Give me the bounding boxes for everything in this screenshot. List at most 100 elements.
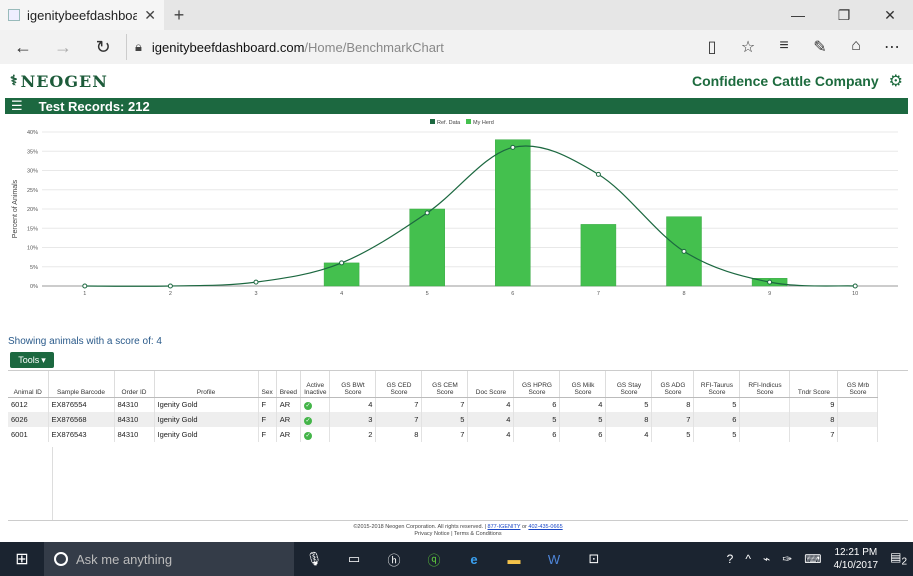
column-header[interactable]: Sample Barcode [48,371,115,398]
close-window-icon[interactable]: ✕ [867,0,913,30]
action-center-icon[interactable]: ▤2 [890,550,907,567]
table-cell: 7 [375,397,423,412]
table-cell: 7 [421,427,469,442]
column-header[interactable]: GS Stay Score [605,371,653,398]
hamburger-menu-icon[interactable]: ☰ [11,98,23,114]
x-tick-label: 8 [682,291,685,297]
hub-icon[interactable]: ≡ [773,37,795,57]
table-cell: 84310 [114,397,155,412]
windows-start-icon[interactable]: ⊞ [0,542,44,576]
table-cell: 6 [559,427,607,442]
phone-link-1[interactable]: 877-IGENITY [488,524,521,530]
table-cell: 3 [329,412,377,427]
table-cell: ✓ [300,412,331,427]
close-tab-icon[interactable]: ✕ [144,7,156,24]
pen-icon[interactable]: ✑ [782,552,792,566]
browser-tab[interactable]: igenitybeefdashboard.c ✕ [0,0,164,30]
keyboard-icon[interactable]: ⌨ [804,552,821,566]
column-header[interactable]: GS CED Score [375,371,423,398]
more-icon[interactable]: ⋯ [881,37,903,57]
ref-data-point [253,279,259,285]
column-header[interactable]: Order ID [114,371,155,398]
column-header[interactable]: Animal ID [8,371,49,398]
lock-icon: 🔒︎ [135,39,142,54]
privacy-terms-links[interactable]: Privacy Notice | Terms & Conditions [8,531,908,538]
help-icon[interactable]: ? [727,552,734,566]
table-cell: 6012 [8,397,49,412]
task-view-icon[interactable]: ▭ [334,542,374,576]
ref-data-curve [84,145,856,287]
edge-browser-icon[interactable]: e [454,542,494,576]
column-header[interactable]: Tndr Score [789,371,839,398]
forward-arrow-icon[interactable]: → [46,33,80,61]
microphone-icon[interactable]: 🎙︎ [294,542,334,576]
table-row[interactable]: 6012 EX876554 84310 Igenity Gold F AR ✓ 4 7 7 4 6 4 5… [8,397,879,412]
minimize-icon[interactable]: — [775,0,821,30]
hp-icon[interactable]: ⓗ [374,542,414,576]
system-clock[interactable]: 12:21 PM 4/10/2017 [834,546,879,572]
column-header[interactable]: Doc Score [467,371,515,398]
tools-label: Tools [18,355,40,365]
column-header[interactable]: GS Mrb Score [837,371,879,398]
chevron-up-icon[interactable]: ^ [745,552,751,566]
herd-bar [323,262,360,287]
store-icon[interactable]: ⊡ [574,542,614,576]
column-header[interactable]: RFI-Taurus Score [693,371,741,398]
y-tick-label: 10% [27,246,38,252]
new-tab-button[interactable]: + [164,0,194,30]
table-cell: 8 [651,397,695,412]
gear-icon[interactable]: ⚙ [889,71,903,91]
url-field[interactable]: 🔒︎ igenitybeefdashboard.com /Home/Benchm… [126,34,695,60]
column-header[interactable]: GS BWt Score [329,371,377,398]
column-header[interactable]: GS HPRG Score [513,371,561,398]
cortana-search-box[interactable]: Ask me anything [44,542,294,576]
neogen-logo[interactable]: ⚕ NEOGEN [10,72,108,91]
table-cell [739,412,791,427]
table-cell [837,397,879,412]
footer-line1: ©2015-2018 Neogen Corporation. All right… [8,524,908,531]
column-divider [52,447,53,520]
web-note-icon[interactable]: ✎ [809,37,831,57]
file-explorer-icon[interactable]: ▬ [494,542,534,576]
window-controls: — ❐ ✕ [775,0,913,30]
column-header[interactable]: Sex [258,371,277,398]
table-cell [739,427,791,442]
favorite-star-icon[interactable]: ☆ [737,37,759,57]
table-cell: 4 [559,397,607,412]
showing-score-text: Showing animals with a score of: 4 [8,336,162,347]
table-cell: 7 [789,427,839,442]
table-cell: 6026 [8,412,49,427]
chart-svg: 0% 5% 10% 15% 20% 25% 30% 35% 40% Percent of Anim… [12,119,898,297]
back-arrow-icon[interactable]: ← [6,33,40,61]
word-icon[interactable]: W [534,542,574,576]
url-host: igenitybeefdashboard.com [151,39,305,55]
table-row[interactable]: 6026 EX876568 84310 Igenity Gold F AR ✓ 3 7 5 4 5 5 8… [8,412,879,427]
table-cell: EX876543 [48,427,115,442]
column-header[interactable]: Breed [276,371,302,398]
quickbooks-icon[interactable]: ⓠ [414,542,454,576]
ref-data-point [424,210,430,216]
refresh-icon[interactable]: ↻ [86,33,120,61]
active-check-icon: ✓ [304,431,313,440]
table-cell: 6 [513,427,561,442]
url-path: /Home/BenchmarkChart [304,39,444,55]
x-tick-label: 4 [340,291,343,297]
table-cell: 6001 [8,427,49,442]
phone-link-2[interactable]: 402-435-0665 [528,524,562,530]
column-header[interactable]: GS ADG Score [651,371,695,398]
network-icon[interactable]: ⌁ [763,552,770,566]
tools-dropdown-button[interactable]: Tools ▾ [10,352,54,368]
ref-data-point [595,171,601,177]
reading-view-icon[interactable]: ▯ [701,37,723,57]
column-header[interactable]: RFI-Indicus Score [739,371,791,398]
column-header[interactable]: Profile [154,371,259,398]
table-row[interactable]: 6001 EX876543 84310 Igenity Gold F AR ✓ 2 8 7 4 6 6 4… [8,427,879,442]
column-header[interactable]: GS Milk Score [559,371,607,398]
share-icon[interactable]: ⌂ [845,37,867,57]
table-cell: ✓ [300,427,331,442]
column-header[interactable]: GS CEM Score [421,371,469,398]
records-bar: ☰ Test Records: 212 [5,98,908,114]
restore-icon[interactable]: ❐ [821,0,867,30]
column-header[interactable]: Active Inactive [300,371,331,398]
table-cell: 8 [605,412,653,427]
